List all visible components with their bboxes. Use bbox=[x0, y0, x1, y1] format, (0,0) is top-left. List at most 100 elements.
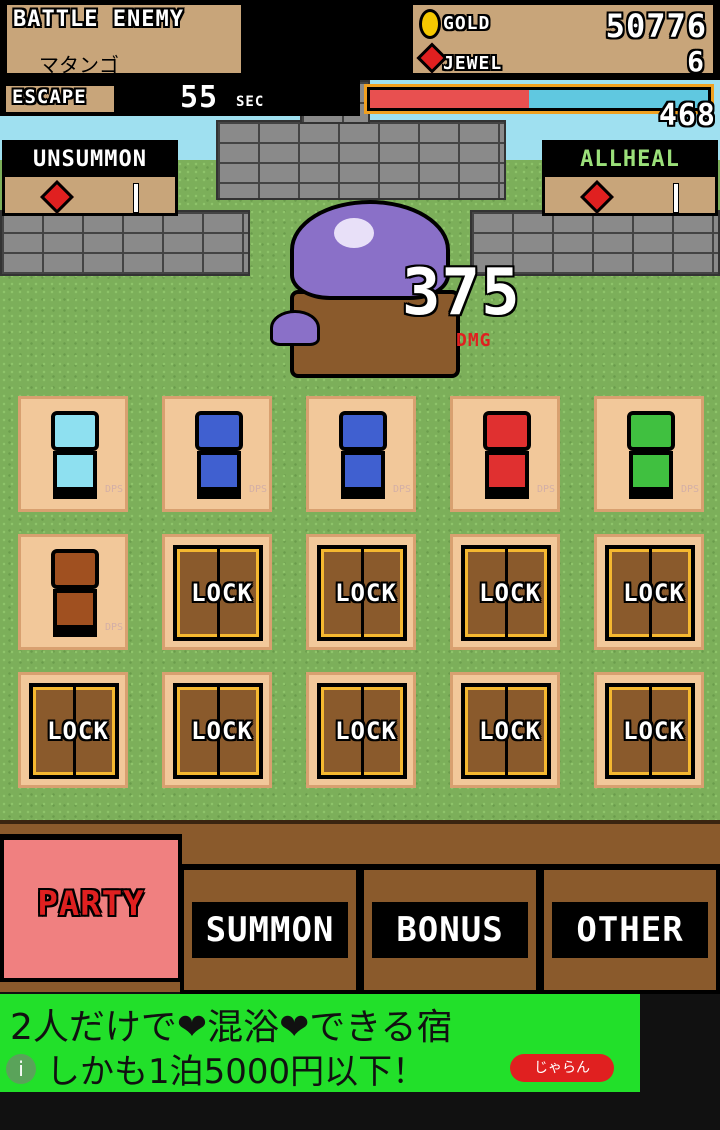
ad-headline: 2人だけで❤混浴❤できる宿 bbox=[10, 1007, 453, 1048]
tab-label: PARTY bbox=[37, 884, 145, 924]
dps-label: DPS bbox=[392, 484, 411, 495]
unsummon-button[interactable]: UNSUMMON bbox=[2, 140, 178, 216]
dps-label: DPS bbox=[104, 484, 123, 495]
party-slot[interactable]: DPS bbox=[18, 396, 128, 512]
menu-tab-bar: PARTY SUMMON BONUS OTHER bbox=[0, 820, 720, 994]
enemy-name: マタンゴ bbox=[39, 53, 119, 77]
bottom-bar bbox=[0, 1092, 720, 1130]
lock-label: LOCK bbox=[479, 579, 541, 607]
locked-slot[interactable]: LOCK bbox=[162, 672, 272, 788]
cost-marker bbox=[133, 183, 139, 213]
lock-door-icon: LOCK bbox=[317, 545, 407, 641]
hero-feet bbox=[197, 489, 241, 499]
hero-feet bbox=[53, 489, 97, 499]
enemy-hp-value: 468 bbox=[658, 98, 716, 133]
gold-label: GOLD bbox=[443, 13, 491, 34]
swordsman-icon bbox=[39, 411, 111, 501]
lock-label: LOCK bbox=[191, 717, 253, 745]
tab-label: SUMMON bbox=[192, 902, 348, 958]
dps-label: DPS bbox=[680, 484, 699, 495]
jewel-label: JEWEL bbox=[443, 53, 503, 74]
lock-door-icon: LOCK bbox=[605, 545, 695, 641]
hero-body bbox=[53, 589, 97, 629]
gold-value: 50776 bbox=[605, 7, 707, 45]
locked-slot[interactable]: LOCK bbox=[306, 534, 416, 650]
viking-knight-icon bbox=[183, 411, 255, 501]
timer-value: 55 bbox=[180, 80, 219, 115]
tab-other[interactable]: OTHER bbox=[540, 864, 720, 994]
hero-feet bbox=[485, 489, 529, 499]
locked-slot[interactable]: LOCK bbox=[450, 534, 560, 650]
locked-slot[interactable]: LOCK bbox=[162, 534, 272, 650]
ad-banner[interactable]: 2人だけで❤混浴❤できる宿 i しかも1泊5000円以下！ じゃらん bbox=[0, 994, 640, 1092]
party-slot[interactable]: DPS bbox=[594, 396, 704, 512]
lock-door-icon: LOCK bbox=[461, 545, 551, 641]
locked-slot[interactable]: LOCK bbox=[594, 672, 704, 788]
hero-head bbox=[195, 411, 243, 451]
castle-gate-wall bbox=[216, 120, 506, 200]
tab-label: OTHER bbox=[552, 902, 708, 958]
timer-unit: SEC bbox=[236, 94, 265, 110]
hero-body bbox=[629, 451, 673, 491]
dps-label: DPS bbox=[104, 622, 123, 633]
locked-slot[interactable]: LOCK bbox=[450, 672, 560, 788]
hero-feet bbox=[53, 627, 97, 637]
lock-door-icon: LOCK bbox=[29, 683, 119, 779]
lock-door-icon: LOCK bbox=[173, 683, 263, 779]
gold-coin-icon bbox=[419, 9, 441, 39]
lock-door-icon: LOCK bbox=[173, 545, 263, 641]
currency-panel: GOLD 50776 JEWEL 6 bbox=[410, 2, 716, 78]
tab-party[interactable]: PARTY bbox=[0, 834, 182, 982]
locked-slot[interactable]: LOCK bbox=[306, 672, 416, 788]
ad-subline: しかも1泊5000円以下！ bbox=[46, 1052, 427, 1092]
hero-head bbox=[51, 549, 99, 589]
party-slot[interactable]: DPS bbox=[306, 396, 416, 512]
cleric-icon bbox=[615, 411, 687, 501]
party-slot[interactable]: DPS bbox=[450, 396, 560, 512]
hero-feet bbox=[341, 489, 385, 499]
tab-label: BONUS bbox=[372, 902, 528, 958]
hero-body bbox=[485, 451, 529, 491]
cost-marker bbox=[673, 183, 679, 213]
tab-summon[interactable]: SUMMON bbox=[180, 864, 360, 994]
spearman-icon bbox=[39, 549, 111, 639]
escape-label: ESCAPE bbox=[12, 86, 87, 108]
hero-head bbox=[483, 411, 531, 451]
hero-body bbox=[341, 451, 385, 491]
jewel-icon bbox=[580, 180, 614, 214]
lock-label: LOCK bbox=[479, 717, 541, 745]
hero-head bbox=[339, 411, 387, 451]
lock-label: LOCK bbox=[47, 717, 109, 745]
lock-door-icon: LOCK bbox=[605, 683, 695, 779]
ad-logo: じゃらん bbox=[510, 1054, 614, 1082]
damage-number: 375 bbox=[402, 256, 521, 330]
dps-label: DPS bbox=[248, 484, 267, 495]
lock-label: LOCK bbox=[191, 579, 253, 607]
small-mushroom bbox=[270, 310, 320, 346]
jewel-value: 6 bbox=[687, 45, 705, 78]
dps-label: DPS bbox=[536, 484, 555, 495]
lock-label: LOCK bbox=[623, 579, 685, 607]
tab-bonus[interactable]: BONUS bbox=[360, 864, 540, 994]
hero-head bbox=[51, 411, 99, 451]
masked-warrior-icon bbox=[471, 411, 543, 501]
party-slot[interactable]: DPS bbox=[18, 534, 128, 650]
locked-slot[interactable]: LOCK bbox=[18, 672, 128, 788]
locked-slot[interactable]: LOCK bbox=[594, 534, 704, 650]
enemy-hp-fill bbox=[370, 90, 529, 108]
lock-label: LOCK bbox=[623, 717, 685, 745]
lock-door-icon: LOCK bbox=[461, 683, 551, 779]
party-slot[interactable]: DPS bbox=[162, 396, 272, 512]
hero-body bbox=[53, 451, 97, 491]
info-icon[interactable]: i bbox=[6, 1054, 36, 1084]
hero-body bbox=[197, 451, 241, 491]
castle-wall-left bbox=[0, 210, 250, 276]
lock-label: LOCK bbox=[335, 579, 397, 607]
allheal-button[interactable]: ALLHEAL bbox=[542, 140, 718, 216]
viking-knight-icon bbox=[327, 411, 399, 501]
hero-feet bbox=[629, 489, 673, 499]
allheal-label: ALLHEAL bbox=[545, 143, 715, 177]
hero-head bbox=[627, 411, 675, 451]
header-bar: BATTLE ENEMY マタンゴ GOLD 50776 JEWEL 6 bbox=[0, 0, 720, 80]
lock-door-icon: LOCK bbox=[317, 683, 407, 779]
